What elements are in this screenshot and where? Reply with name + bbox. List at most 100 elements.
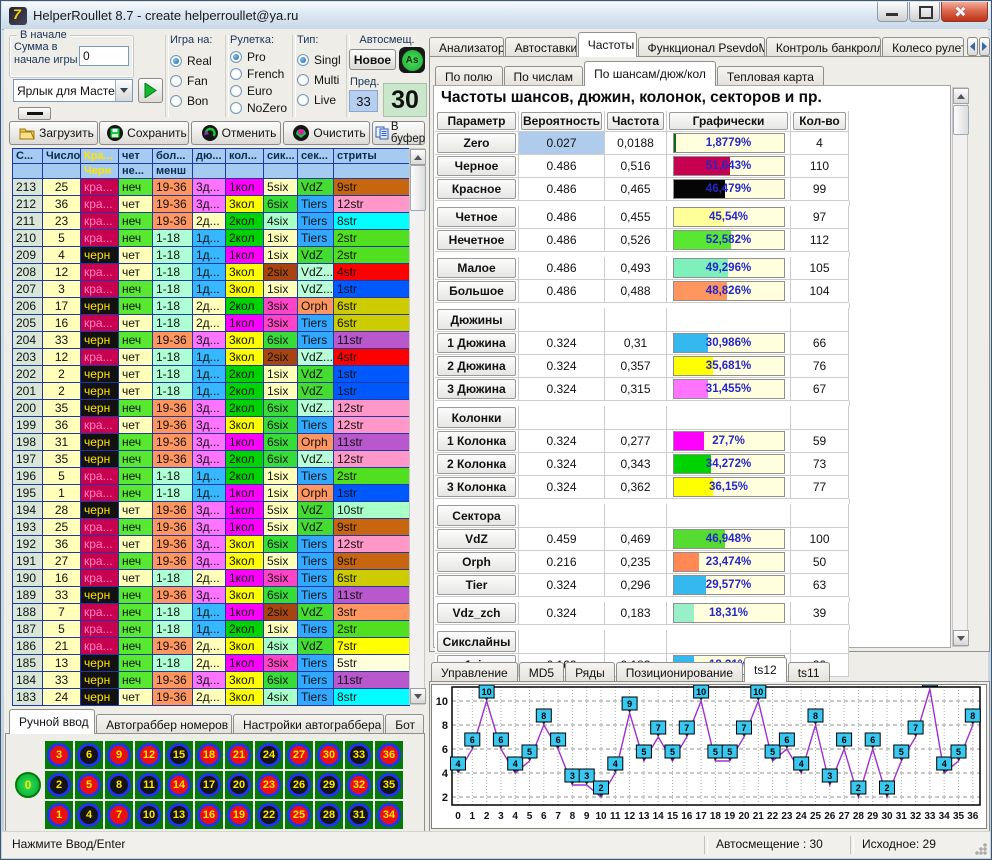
history-row[interactable]: 2073кра...неч1-181д...3кол1sixVdZ...1str [13, 281, 410, 298]
radio-type-singl[interactable]: Singl [297, 53, 345, 67]
tab-автоставки[interactable]: Автоставки [505, 37, 577, 57]
history-row[interactable]: 19831черннеч19-363д...1кол6sixOrph11str [13, 434, 410, 451]
number-tile-18[interactable]: 18 [195, 741, 223, 769]
number-tile-7[interactable]: 7 [105, 801, 133, 829]
collapse-button[interactable] [18, 107, 51, 120]
radio-type-live[interactable]: Live [297, 93, 345, 107]
freq-param-button[interactable]: Сектора [437, 505, 516, 526]
freq-param-button[interactable]: Большое [437, 281, 516, 301]
number-tile-26[interactable]: 26 [285, 771, 313, 799]
number-tile-2[interactable]: 2 [45, 771, 73, 799]
number-tile-21[interactable]: 21 [225, 741, 253, 769]
freq-param-button[interactable]: Сикслайны [437, 631, 516, 652]
history-row[interactable]: 19236кра...чет19-363д...3кол6sixTiers12s… [13, 536, 410, 553]
freq-param-button[interactable]: Tier [437, 575, 516, 595]
subtab-по-шансам-дюж-кол[interactable]: По шансам/дюж/кол [584, 61, 716, 86]
number-tile-8[interactable]: 8 [105, 771, 133, 799]
history-header-cell[interactable]: менш [153, 164, 193, 179]
history-row[interactable]: 2012чернчет1-181д...2кол1sixVdZ1str [13, 383, 410, 400]
history-row[interactable]: 2094чернчет1-181д...1кол1sixVdZ2str [13, 247, 410, 264]
history-header-cell[interactable] [264, 164, 298, 179]
history-row[interactable]: 2105кра...неч1-181д...2кол1sixTiers2str [13, 230, 410, 247]
tab-ряды[interactable]: Ряды [565, 662, 615, 682]
history-row[interactable]: 1887кра...неч1-181д...1кол2sixVdZ3str [13, 604, 410, 621]
freq-param-button[interactable]: Vdz_zch [437, 603, 516, 623]
tab-ручной-ввод[interactable]: Ручной ввод [9, 709, 95, 734]
radio-game-fan[interactable]: Fan [170, 74, 224, 88]
history-header-cell[interactable] [193, 164, 226, 179]
scroll-up-button[interactable] [953, 88, 969, 104]
number-tile-28[interactable]: 28 [315, 801, 343, 829]
number-tile-35[interactable]: 35 [375, 771, 403, 799]
number-tile-0[interactable]: 0 [15, 772, 41, 798]
tab-md5[interactable]: MD5 [519, 662, 564, 682]
radio-type-multi[interactable]: Multi [297, 73, 345, 87]
number-tile-12[interactable]: 12 [135, 741, 163, 769]
history-row[interactable]: 20312кра...чет1-181д...3кол2sixVdZ...4st… [13, 349, 410, 366]
history-header-cell[interactable]: бол... [153, 149, 193, 164]
number-tile-29[interactable]: 29 [315, 771, 343, 799]
freq-param-button[interactable]: 3 Колонка [437, 477, 516, 497]
number-tile-15[interactable]: 15 [165, 741, 193, 769]
titlebar[interactable]: HelperRoullet 8.7 - create helperroullet… [2, 2, 990, 30]
tab-колесо-рулет[interactable]: Колесо рулет [882, 37, 964, 57]
number-tile-25[interactable]: 25 [285, 801, 313, 829]
history-row[interactable]: 1965кра...неч1-181д...2кол1sixTiers2str [13, 468, 410, 485]
history-header-cell[interactable]: Кра... [81, 149, 119, 164]
history-header-cell[interactable] [298, 164, 334, 179]
history-header-cell[interactable]: не... [119, 164, 153, 179]
history-row[interactable]: 20035черннеч19-363д...2кол6sixVdZ...12st… [13, 400, 410, 417]
number-tile-19[interactable]: 19 [225, 801, 253, 829]
history-row[interactable]: 18324чернчет19-362д...3кол4sixTiers8str [13, 689, 410, 706]
number-tile-24[interactable]: 24 [255, 741, 283, 769]
subtab-по-полю[interactable]: По полю [435, 66, 503, 86]
history-row[interactable]: 18433черннеч19-363д...3кол6sixTiers11str [13, 672, 410, 689]
history-row[interactable]: 19428чернчет19-363д...1кол5sixVdZ10str [13, 502, 410, 519]
freq-header-button[interactable]: Параметр [437, 112, 516, 130]
history-row[interactable]: 1951кра...неч1-181д...1кол1sixOrph1str [13, 485, 410, 502]
history-row[interactable]: 18933черннеч19-363д...3кол6sixTiers11str [13, 587, 410, 604]
freq-param-button[interactable]: 1 Колонка [437, 431, 516, 451]
tab-ts11[interactable]: ts11 [788, 662, 830, 682]
combo-dropdown-button[interactable] [115, 80, 132, 101]
radio-roulette-nozero[interactable]: NoZero [230, 101, 290, 115]
number-tile-27[interactable]: 27 [285, 741, 313, 769]
undo-button[interactable]: Отменить [191, 121, 281, 145]
number-tile-34[interactable]: 34 [375, 801, 403, 829]
number-tile-3[interactable]: 3 [45, 741, 73, 769]
history-row[interactable]: 18513черннеч1-182д...1кол3sixTiers5str [13, 655, 410, 672]
close-button[interactable] [941, 2, 988, 22]
number-tile-1[interactable]: 1 [45, 801, 73, 829]
number-tile-4[interactable]: 4 [75, 801, 103, 829]
freq-header-button[interactable]: Вероятность [521, 112, 602, 130]
history-header-cell[interactable] [226, 164, 264, 179]
history-row[interactable]: 20812кра...чет1-181д...3кол2sixVdZ...4st… [13, 264, 410, 281]
history-row[interactable]: 21236кра...чет19-363д...3кол6sixTiers12s… [13, 196, 410, 213]
subtab-тепловая-карта[interactable]: Тепловая карта [717, 66, 824, 86]
number-tile-10[interactable]: 10 [135, 801, 163, 829]
number-tile-9[interactable]: 9 [105, 741, 133, 769]
tab-контроль-банкролла[interactable]: Контроль банкролла [766, 37, 881, 57]
number-tile-23[interactable]: 23 [255, 771, 283, 799]
radio-game-bon[interactable]: Bon [170, 94, 224, 108]
history-header-cell[interactable]: Число [43, 149, 81, 164]
freq-param-button[interactable]: Orph [437, 552, 516, 572]
history-header-cell[interactable]: стриты [334, 149, 410, 164]
tabs-scroll-right-button[interactable] [979, 37, 990, 56]
history-row[interactable]: 20433черннеч19-363д...3кол6sixTiers11str [13, 332, 410, 349]
save-button[interactable]: Сохранить [99, 121, 189, 145]
freq-header-button[interactable]: Частота [607, 112, 664, 130]
play-button[interactable] [138, 78, 163, 103]
number-tile-22[interactable]: 22 [255, 801, 283, 829]
radio-game-real[interactable]: Real [170, 54, 224, 68]
copy-buffer-button[interactable]: В буфер [372, 121, 425, 145]
scrollbar-thumb[interactable] [410, 165, 426, 211]
radio-roulette-pro[interactable]: Pro [230, 50, 290, 64]
freq-header-button[interactable]: Графически [669, 112, 788, 130]
tab-частоты[interactable]: Частоты [578, 32, 637, 57]
number-tile-13[interactable]: 13 [165, 801, 193, 829]
scroll-up-button[interactable] [410, 149, 426, 165]
freq-param-button[interactable]: 2 Дюжина [437, 356, 516, 376]
tabs-scroll-left-button[interactable] [967, 37, 978, 56]
clear-button[interactable]: Очистить [283, 121, 370, 145]
